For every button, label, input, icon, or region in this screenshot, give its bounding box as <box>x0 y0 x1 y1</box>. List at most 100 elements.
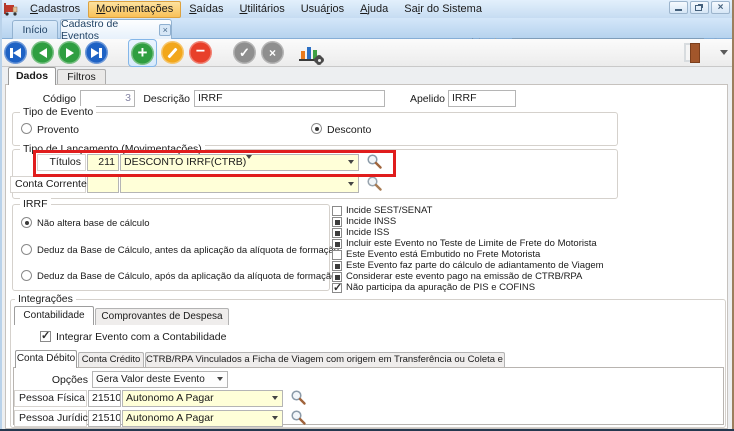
window-controls: × <box>669 1 730 14</box>
next-record-button[interactable] <box>58 41 81 64</box>
pessoa-fisica-label: Pessoa Física <box>14 390 87 407</box>
app-logo-truck-icon <box>3 2 19 16</box>
tab-inicio[interactable]: Início <box>12 20 58 39</box>
flag-checkbox-1[interactable] <box>332 217 342 227</box>
descricao-field[interactable]: IRRF <box>194 90 385 107</box>
pessoa-juridica-search-icon[interactable] <box>290 409 307 426</box>
integrar-contabilidade-checkbox[interactable] <box>40 331 51 342</box>
pessoa-fisica-code-field[interactable]: 21510 <box>88 390 121 407</box>
toolbar: + − ✓ × <box>0 39 734 67</box>
conta-corrente-search-icon[interactable] <box>366 175 383 192</box>
restore-icon <box>695 5 702 11</box>
plus-icon: + <box>138 45 148 60</box>
conta-corrente-combo-arrow-icon[interactable] <box>348 182 354 186</box>
provento-label: Provento <box>37 124 79 136</box>
first-record-button[interactable] <box>4 41 27 64</box>
opcoes-select-arrow-icon[interactable] <box>217 377 223 381</box>
apelido-field[interactable]: IRRF <box>448 90 516 107</box>
tab-cadastro-de-eventos[interactable]: Cadastro de Eventos × <box>60 19 172 39</box>
codigo-field[interactable]: 3 <box>80 90 135 107</box>
tab-contabilidade[interactable]: Contabilidade <box>14 306 94 325</box>
chart-bar-blue <box>307 47 311 59</box>
flag-row-7[interactable]: Não participa da apuração de PIS e COFIN… <box>332 283 535 294</box>
previous-icon <box>39 48 47 58</box>
exit-button[interactable] <box>684 43 702 63</box>
flag-checkbox-4[interactable] <box>332 250 342 260</box>
menu-saídas[interactable]: Saídas <box>181 1 231 18</box>
codigo-label: Código <box>10 93 76 105</box>
report-chart-button[interactable] <box>298 42 324 64</box>
menu-usuários[interactable]: Usuários <box>293 1 352 18</box>
conta-corrente-label: Conta Corrente <box>10 176 86 193</box>
window-edge-left <box>0 0 2 431</box>
opcoes-label: Opções <box>30 374 88 386</box>
conta-corrente-code-field[interactable] <box>87 176 119 193</box>
menu-movimentações[interactable]: Movimentações <box>88 1 181 18</box>
pessoa-juridica-combo[interactable]: Autonomo A Pagar <box>122 410 283 427</box>
event-flags-list: Incide SEST/SENATIncide INSSIncide ISSIn… <box>332 206 712 298</box>
minimize-button[interactable] <box>669 1 688 14</box>
restore-button[interactable] <box>690 1 709 14</box>
flag-checkbox-7[interactable] <box>332 283 342 293</box>
menu-ajuda[interactable]: Ajuda <box>352 1 396 18</box>
confirm-button[interactable]: ✓ <box>233 41 256 64</box>
last-record-icon-arrow <box>91 48 99 58</box>
close-button[interactable]: × <box>711 1 730 14</box>
check-icon: ✓ <box>239 45 250 61</box>
irrf-option-radio-1[interactable] <box>21 244 32 255</box>
pessoa-fisica-combo-arrow-icon[interactable] <box>272 396 278 400</box>
menu-cadastros[interactable]: Cadastros <box>22 1 88 18</box>
delete-button[interactable]: − <box>189 41 212 64</box>
first-record-icon-arrow <box>13 48 21 58</box>
tab-close-icon[interactable]: × <box>159 24 171 36</box>
descricao-label: Descrição <box>138 93 190 105</box>
desconto-label: Desconto <box>327 124 371 136</box>
menu-utilitários[interactable]: Utilitários <box>231 1 292 18</box>
opcoes-select[interactable]: Gera Valor deste Evento <box>92 371 228 388</box>
provento-radio[interactable] <box>21 123 32 134</box>
irrf-option-label-0: Não altera base de cálculo <box>37 218 150 229</box>
conta-corrente-combo[interactable] <box>120 176 359 193</box>
previous-record-button[interactable] <box>31 41 54 64</box>
last-record-button[interactable] <box>85 41 108 64</box>
menu-bar: CadastrosMovimentaçõesSaídasUtilitáriosU… <box>0 0 734 18</box>
next-icon <box>66 48 74 58</box>
tab-conta-débito[interactable]: Conta Débito <box>15 350 77 368</box>
door-icon <box>690 43 700 63</box>
x-icon: × <box>269 46 276 60</box>
menu-sair-do-sistema[interactable]: Sair do Sistema <box>396 1 490 18</box>
pessoa-juridica-label: Pessoa Jurídica <box>14 410 87 427</box>
desconto-radio[interactable] <box>311 123 322 134</box>
apelido-label: Apelido <box>405 93 445 105</box>
tab-comprovantes-de-despesa[interactable]: Comprovantes de Despesa <box>95 308 229 325</box>
pessoa-fisica-search-icon[interactable] <box>290 389 307 406</box>
tipo-de-evento-group: Tipo de Evento Provento Desconto <box>12 112 618 146</box>
integrar-contabilidade-label: Integrar Evento com a Contabilidade <box>56 331 226 343</box>
tab-conta-crédito[interactable]: Conta Crédito <box>78 352 144 367</box>
pencil-icon <box>167 47 177 58</box>
pessoa-fisica-combo[interactable]: Autonomo A Pagar <box>122 390 283 407</box>
flag-label-7: Não participa da apuração de PIS e COFIN… <box>346 283 535 293</box>
edit-button[interactable] <box>161 41 184 64</box>
irrf-option-label-2: Deduz da Base de Cálculo, após da aplica… <box>37 271 336 282</box>
toolbar-overflow-caret-icon[interactable] <box>720 50 728 55</box>
flag-checkbox-5[interactable] <box>332 261 342 271</box>
irrf-option-radio-0[interactable] <box>21 217 32 228</box>
irrf-option-radio-2[interactable] <box>21 270 32 281</box>
flag-checkbox-2[interactable] <box>332 228 342 238</box>
tipo-de-evento-legend: Tipo de Evento <box>20 106 96 118</box>
pessoa-juridica-code-field[interactable]: 21510 <box>88 410 121 427</box>
tab-dados[interactable]: Dados <box>8 67 56 85</box>
tab-filtros[interactable]: Filtros <box>57 69 106 85</box>
minus-icon: − <box>196 47 205 57</box>
tab-eventos-label: Cadastro de Eventos <box>61 18 154 42</box>
chart-bar-orange <box>301 51 305 59</box>
titulos-highlight-box <box>33 150 396 177</box>
pessoa-juridica-combo-arrow-icon[interactable] <box>272 416 278 420</box>
add-button[interactable]: + <box>131 42 154 65</box>
close-icon: × <box>718 3 724 13</box>
cancel-button[interactable]: × <box>261 41 284 64</box>
flag-checkbox-0[interactable] <box>332 206 342 216</box>
tab-ctrb/rpa-vinculados[interactable]: CTRB/RPA Vinculados a Ficha de Viagem co… <box>145 352 505 367</box>
flag-checkbox-3[interactable] <box>332 239 342 249</box>
